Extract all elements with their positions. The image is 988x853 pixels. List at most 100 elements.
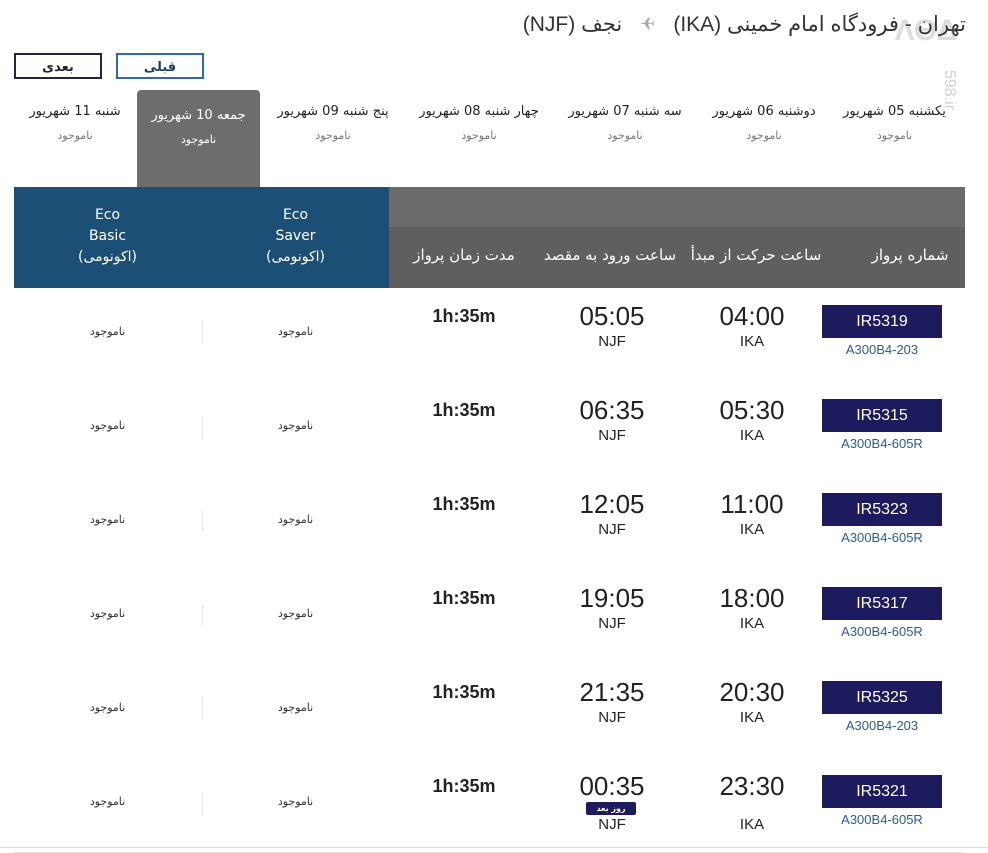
date-tab-label: سه شنبه 07 شهریور	[568, 104, 682, 119]
flight-row: ناموجود ناموجود 1h:35m 12:05 NJF 11:00 I…	[14, 476, 965, 571]
fare-saver-header: Eco Saver (اکونومی)	[202, 205, 389, 268]
column-departure: ساعت حرکت از مبدأ	[690, 246, 822, 264]
date-tab-status: ناموجود	[876, 129, 913, 142]
flight-number-badge[interactable]: IR5325	[822, 681, 942, 714]
arrival-airport: NJF	[598, 615, 626, 632]
date-tab[interactable]: شنبه 11 شهریور ناموجود	[14, 90, 136, 188]
flight-number-badge[interactable]: IR5321	[822, 775, 942, 808]
flight-number-badge[interactable]: IR5317	[822, 587, 942, 620]
aircraft-type-link[interactable]: A300B4-605R	[822, 624, 942, 639]
flight-duration: 1h:35m	[432, 306, 496, 326]
fare-basic-cell[interactable]: ناموجود	[14, 701, 201, 714]
fare-basic-cell[interactable]: ناموجود	[14, 795, 201, 808]
departure-airport: IKA	[739, 333, 765, 350]
date-tab-label: چهار شنبه 08 شهریور	[419, 104, 539, 119]
fare-saver-cell[interactable]: ناموجود	[202, 607, 389, 620]
date-tab-label: شنبه 11 شهریور	[29, 104, 121, 119]
column-duration: مدت زمان پرواز	[413, 246, 515, 264]
aircraft-type-link[interactable]: A300B4-605R	[822, 812, 942, 827]
flight-row: ناموجود ناموجود 1h:35m 06:35 NJF 05:30 I…	[14, 382, 965, 477]
flight-duration: 1h:35m	[432, 494, 496, 514]
airplane-icon: ✈	[640, 14, 656, 34]
column-arrival: ساعت ورود به مقصد	[543, 246, 677, 264]
date-tab-status: ناموجود	[607, 129, 643, 142]
next-day-badge: روز بعد	[586, 802, 636, 815]
arrival-airport: NJF	[598, 709, 626, 726]
flight-duration: 1h:35m	[432, 776, 496, 796]
arrival-time: 00:35	[579, 771, 645, 801]
date-tab-status: ناموجود	[180, 133, 217, 146]
fare-basic-header: Eco Basic (اکونومی)	[14, 205, 201, 268]
fare-saver-cell[interactable]: ناموجود	[202, 795, 389, 808]
departure-airport: IKA	[739, 709, 765, 726]
arrival-time: 12:05	[579, 489, 645, 519]
departure-airport: IKA	[739, 427, 765, 444]
fare-basic-cell[interactable]: ناموجود	[14, 513, 201, 526]
date-tab-label: یکشنبه 05 شهریور	[843, 104, 946, 119]
date-tab[interactable]: سه شنبه 07 شهریور ناموجود	[550, 90, 700, 188]
fare-saver-cell[interactable]: ناموجود	[202, 419, 389, 432]
departure-time: 23:30	[719, 771, 785, 801]
arrival-time: 19:05	[579, 583, 645, 613]
route-title: تهران - فرودگاه امام خمینی (IKA) ✈ نجف (…	[523, 12, 966, 37]
date-tab-label: جمعه 10 شهریور	[151, 108, 246, 123]
destination-label: نجف (NJF)	[522, 13, 623, 36]
fare-saver-title: Eco Saver (اکونومی)	[265, 207, 326, 265]
aircraft-type-link[interactable]: A300B4-605R	[822, 530, 942, 545]
column-flight-number: شماره پرواز	[871, 246, 949, 264]
departure-time: 18:00	[719, 583, 785, 613]
flight-row: ناموجود ناموجود 1h:35m 05:05 NJF 04:00 I…	[14, 288, 965, 383]
fare-saver-cell[interactable]: ناموجود	[202, 325, 389, 338]
date-tab[interactable]: پنج شنبه 09 شهریور ناموجود	[262, 90, 404, 188]
date-tab-status: ناموجود	[746, 129, 782, 142]
date-tab-selected[interactable]: جمعه 10 شهریور ناموجود	[137, 90, 260, 188]
fare-header: Eco Basic (اکونومی) Eco Saver (اکونومی)	[14, 187, 389, 288]
arrival-time: 06:35	[579, 395, 645, 425]
fare-saver-cell[interactable]: ناموجود	[202, 513, 389, 526]
flight-number-badge[interactable]: IR5319	[822, 305, 942, 338]
departure-time: 20:30	[719, 677, 785, 707]
fare-basic-title: Eco Basic (اکونومی)	[77, 207, 138, 265]
previous-button[interactable]: قبلی	[116, 53, 204, 79]
date-tab-status: ناموجود	[461, 129, 497, 142]
date-tab-status: ناموجود	[315, 129, 351, 142]
flight-row: ناموجود ناموجود 1h:35m 00:35 روز بعد NJF…	[14, 758, 965, 853]
arrival-time: 05:05	[579, 301, 645, 331]
date-tab[interactable]: یکشنبه 05 شهریور ناموجود	[824, 90, 965, 188]
arrival-airport: NJF	[598, 427, 626, 444]
fare-saver-cell[interactable]: ناموجود	[202, 701, 389, 714]
departure-airport: IKA	[739, 615, 765, 632]
divider	[0, 847, 988, 848]
flight-duration: 1h:35m	[432, 682, 496, 702]
flight-duration: 1h:35m	[432, 400, 496, 420]
departure-airport: IKA	[739, 521, 765, 538]
arrival-time: 21:35	[579, 677, 645, 707]
flight-number-badge[interactable]: IR5323	[822, 493, 942, 526]
fare-basic-cell[interactable]: ناموجود	[14, 325, 201, 338]
departure-time: 05:30	[719, 395, 785, 425]
arrival-airport: NJF	[598, 816, 626, 833]
fare-basic-cell[interactable]: ناموجود	[14, 419, 201, 432]
date-tab[interactable]: چهار شنبه 08 شهریور ناموجود	[404, 90, 554, 188]
aircraft-type-link[interactable]: A300B4-203	[822, 718, 942, 733]
date-tabs: یکشنبه 05 شهریور ناموجود دوشنبه 06 شهریو…	[14, 90, 965, 188]
date-tab-label: پنج شنبه 09 شهریور	[277, 104, 389, 119]
departure-time: 04:00	[719, 301, 785, 331]
flight-row: ناموجود ناموجود 1h:35m 19:05 NJF 18:00 I…	[14, 570, 965, 665]
table-header-top	[389, 187, 965, 227]
flight-duration: 1h:35m	[432, 588, 496, 608]
flight-number-badge[interactable]: IR5315	[822, 399, 942, 432]
aircraft-type-link[interactable]: A300B4-203	[822, 342, 942, 357]
departure-time: 11:00	[720, 489, 784, 519]
departure-airport: IKA	[739, 816, 765, 833]
next-button[interactable]: بعدی	[14, 53, 102, 79]
flight-row: ناموجود ناموجود 1h:35m 21:35 NJF 20:30 I…	[14, 664, 965, 759]
date-tab-label: دوشنبه 06 شهریور	[712, 104, 816, 119]
date-tab[interactable]: دوشنبه 06 شهریور ناموجود	[694, 90, 834, 188]
fare-basic-cell[interactable]: ناموجود	[14, 607, 201, 620]
aircraft-type-link[interactable]: A300B4-605R	[822, 436, 942, 451]
origin-label: تهران - فرودگاه امام خمینی (IKA)	[673, 13, 966, 36]
arrival-airport: NJF	[598, 333, 626, 350]
date-tab-status: ناموجود	[57, 129, 93, 142]
arrival-airport: NJF	[598, 521, 626, 538]
